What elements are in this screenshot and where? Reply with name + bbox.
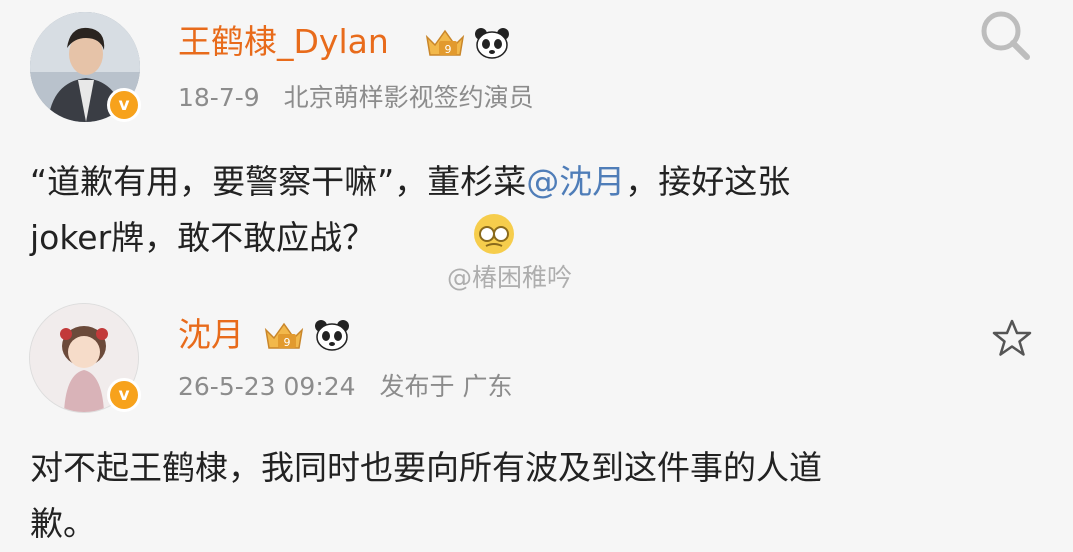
svg-text:9: 9 xyxy=(284,336,291,349)
author-name[interactable]: 王鹤棣_Dylan xyxy=(178,22,389,62)
mention-link[interactable]: @沈月 xyxy=(526,162,625,201)
svg-text:9: 9 xyxy=(445,43,452,56)
author-name[interactable]: 沈月 xyxy=(178,315,244,355)
post-text-line-1: 对不起王鹤棣，我同时也要向所有波及到这件事的人道 xyxy=(30,448,822,487)
post-source: 北京萌样影视签约演员 xyxy=(283,83,534,112)
panda-icon xyxy=(475,28,509,59)
post-text: “道歉有用，要警察干嘛”，董杉菜 xyxy=(30,162,527,201)
crown-badge-icon: 9 xyxy=(425,29,465,56)
panda-icon xyxy=(315,320,349,351)
post-location: 发布于 广东 xyxy=(379,372,513,401)
post-text: ，接好这张 xyxy=(625,162,791,201)
verified-badge: v xyxy=(107,378,141,412)
crown-badge-icon: 9 xyxy=(264,322,304,349)
post-date: 26-5-23 09:24 xyxy=(178,372,356,401)
weibo-post-original: v 王鹤棣_Dylan 9 18-7-9 北京萌样影视签约演员 “道歉有用，要警… xyxy=(0,0,1073,292)
star-icon[interactable] xyxy=(992,318,1032,358)
laughing-face-emoji xyxy=(474,214,514,254)
watermark: @椿困稚吟 xyxy=(447,263,573,292)
weibo-post-repost xyxy=(0,290,1073,547)
post-text-line-1: “道歉有用，要警察干嘛”，董杉菜@沈月，接好这张 xyxy=(30,154,790,210)
post-date: 18-7-9 xyxy=(178,83,260,112)
post-text-line-2: joker牌，敢不敢应战？ xyxy=(30,218,376,257)
post-text-line-2: 歉。 xyxy=(30,504,96,543)
verified-badge: v xyxy=(107,88,141,122)
post-meta: 18-7-9 北京萌样影视签约演员 xyxy=(178,83,550,113)
post-meta: 26-5-23 09:24 发布于 广东 xyxy=(178,372,528,402)
